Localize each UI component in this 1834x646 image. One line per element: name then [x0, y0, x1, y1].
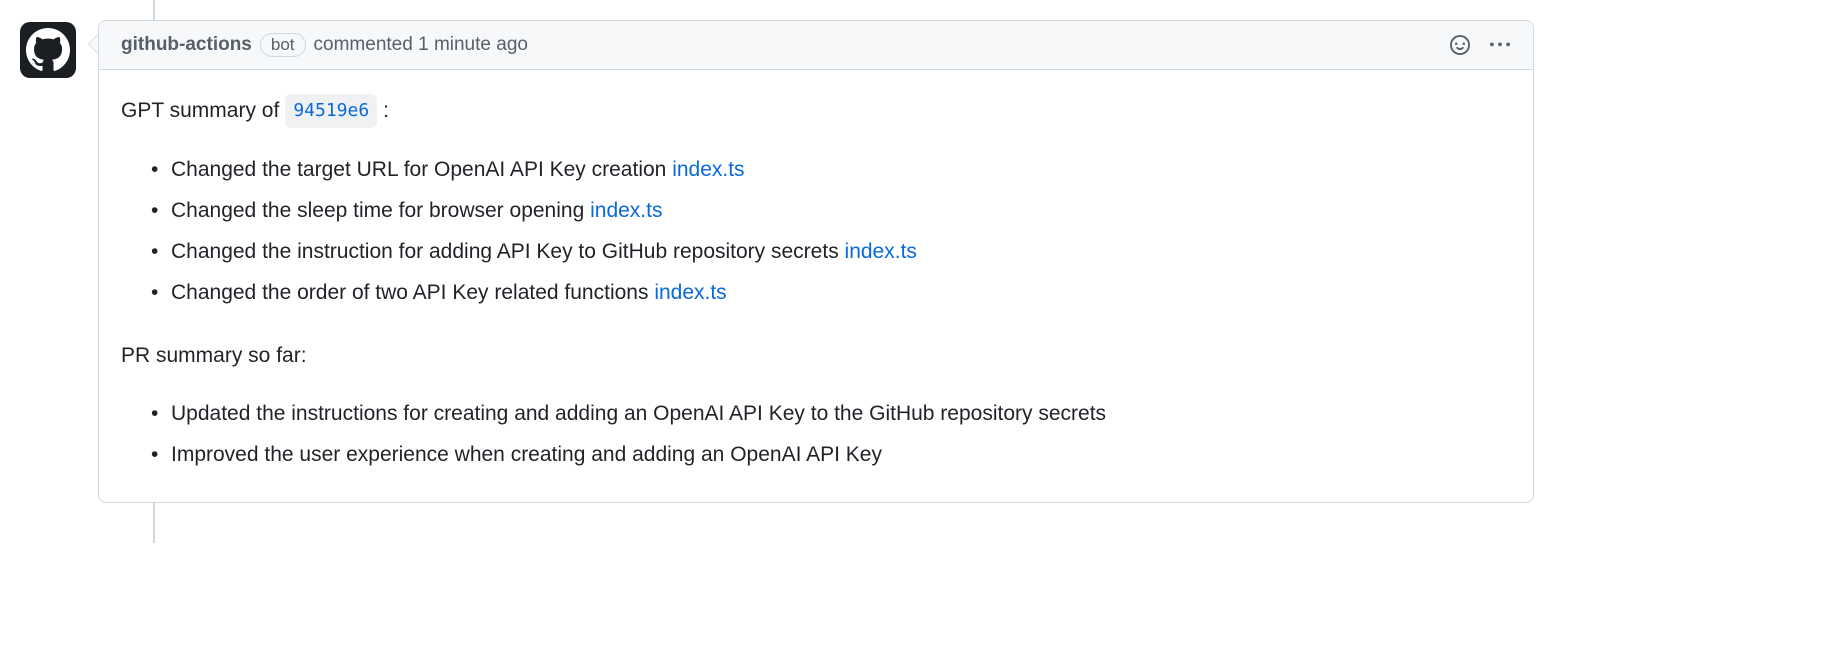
- list-item: Improved the user experience when creati…: [151, 435, 1511, 476]
- timeline-line: [153, 503, 155, 543]
- changes-list: Changed the target URL for OpenAI API Ke…: [121, 150, 1511, 314]
- list-item: Changed the target URL for OpenAI API Ke…: [151, 150, 1511, 191]
- emoji-reaction-button[interactable]: [1449, 34, 1471, 56]
- smiley-icon: [1450, 35, 1470, 55]
- avatar[interactable]: [20, 22, 76, 78]
- author-name[interactable]: github-actions: [121, 34, 252, 56]
- pr-summary-list: Updated the instructions for creating an…: [121, 394, 1511, 476]
- bot-badge: bot: [260, 33, 306, 57]
- summary-text: Updated the instructions for creating an…: [171, 402, 1106, 425]
- comment-header: github-actions bot commented 1 minute ag…: [99, 21, 1533, 70]
- list-item: Changed the instruction for adding API K…: [151, 232, 1511, 273]
- comment-action: commented: [314, 34, 413, 55]
- list-item: Updated the instructions for creating an…: [151, 394, 1511, 435]
- comment-body: GPT summary of 94519e6 : Changed the tar…: [99, 70, 1533, 502]
- pr-summary-title: PR summary so far:: [121, 340, 1511, 373]
- summary-prefix: GPT summary of: [121, 95, 279, 128]
- comment-arrow: [88, 34, 98, 54]
- comment-box: github-actions bot commented 1 minute ag…: [98, 20, 1534, 503]
- summary-suffix: :: [383, 95, 389, 128]
- summary-text: Improved the user experience when creati…: [171, 443, 882, 466]
- file-link[interactable]: index.ts: [654, 281, 726, 304]
- change-text: Changed the sleep time for browser openi…: [171, 199, 590, 222]
- commit-hash-link[interactable]: 94519e6: [285, 94, 377, 128]
- timestamp[interactable]: 1 minute ago: [418, 34, 528, 55]
- change-text: Changed the order of two API Key related…: [171, 281, 654, 304]
- file-link[interactable]: index.ts: [590, 199, 662, 222]
- kebab-menu-button[interactable]: [1489, 34, 1511, 56]
- change-text: Changed the instruction for adding API K…: [171, 240, 845, 263]
- change-text: Changed the target URL for OpenAI API Ke…: [171, 158, 672, 181]
- list-item: Changed the sleep time for browser openi…: [151, 191, 1511, 232]
- list-item: Changed the order of two API Key related…: [151, 273, 1511, 314]
- file-link[interactable]: index.ts: [672, 158, 744, 181]
- kebab-horizontal-icon: [1490, 35, 1510, 55]
- file-link[interactable]: index.ts: [845, 240, 917, 263]
- github-icon: [26, 28, 70, 72]
